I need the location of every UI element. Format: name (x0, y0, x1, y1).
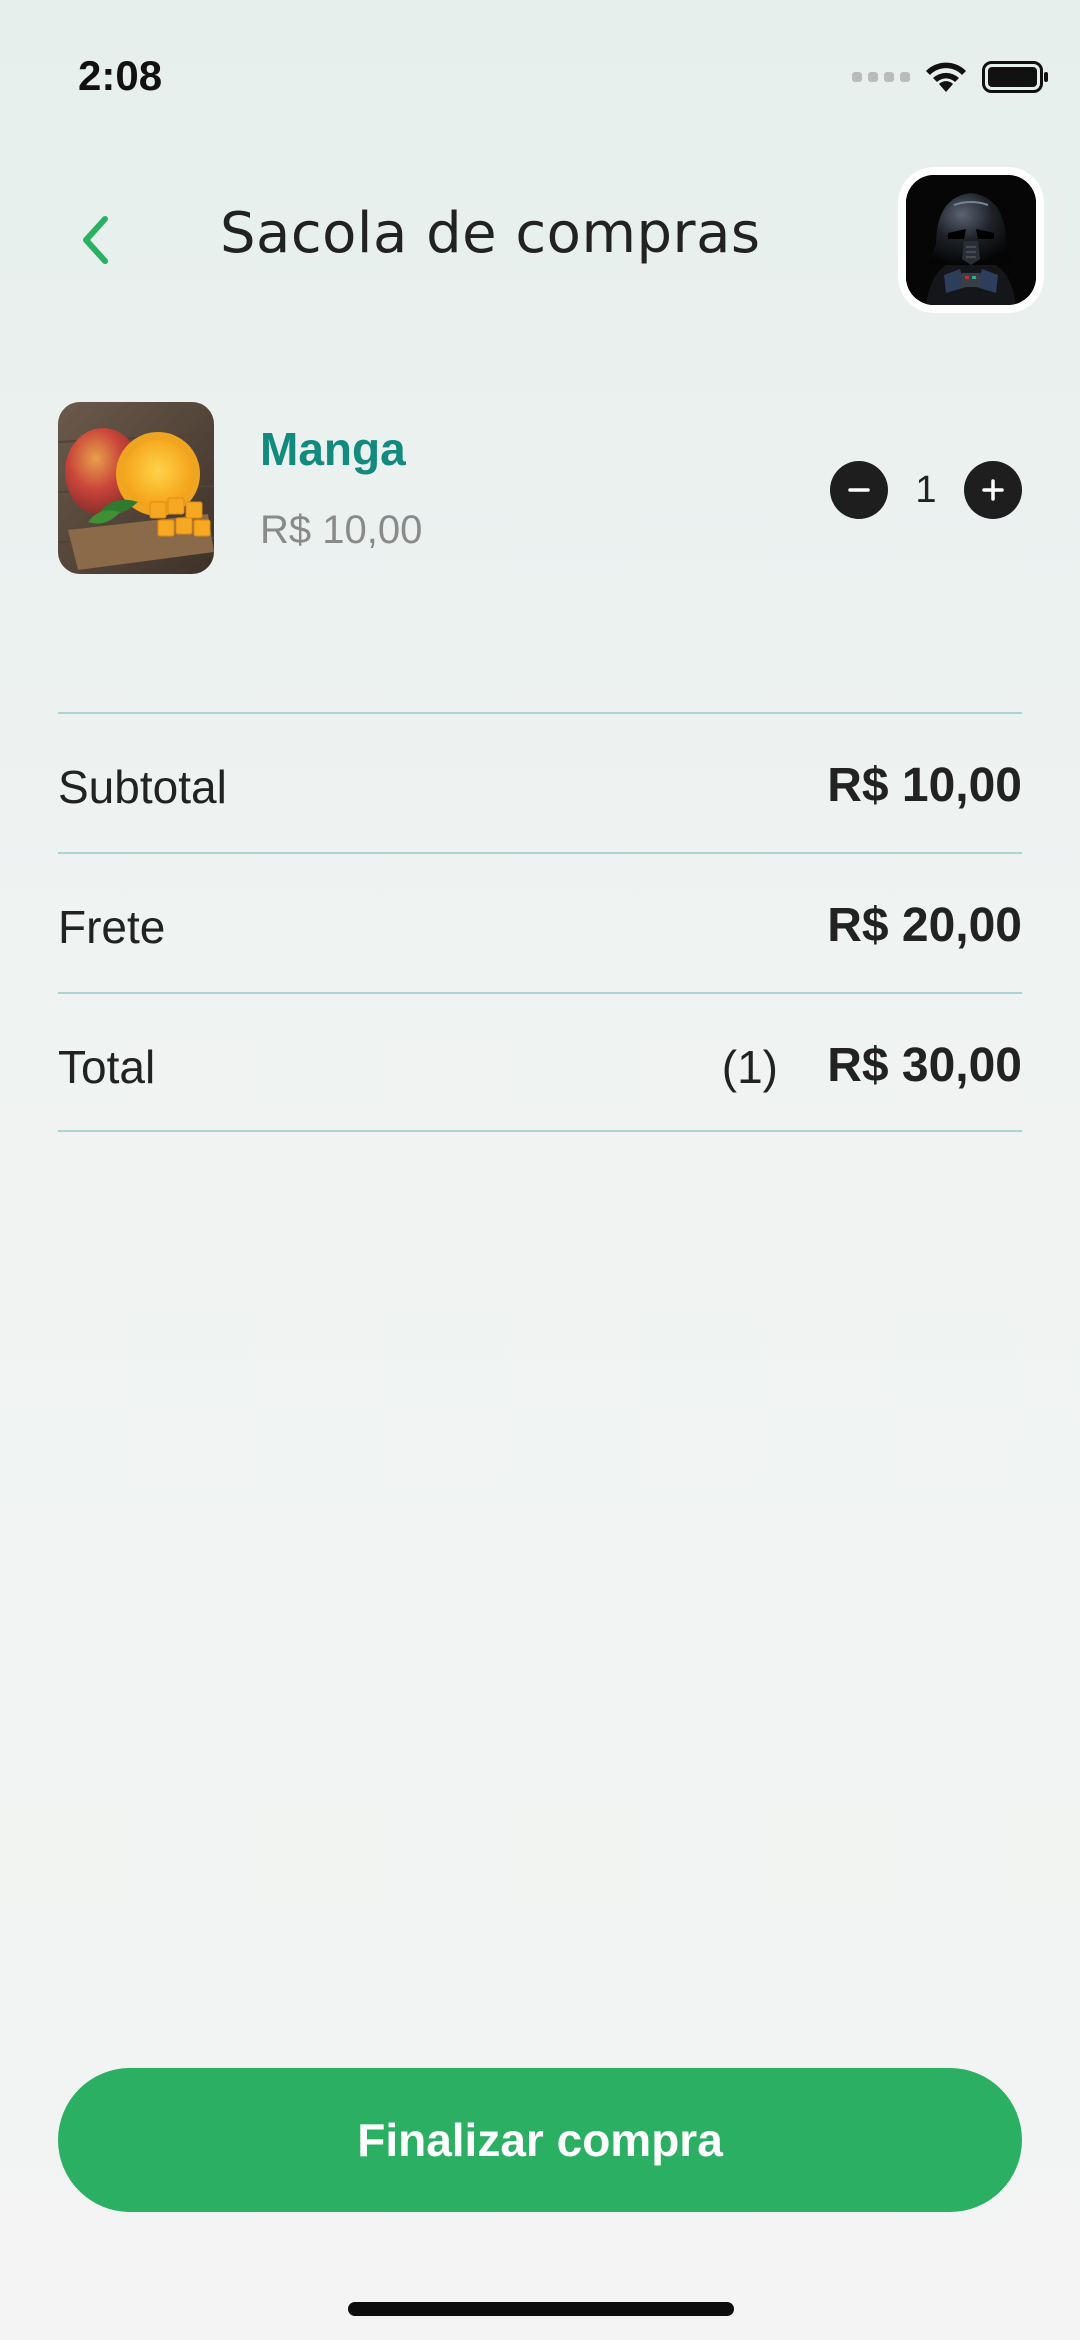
total-label: Total (58, 1041, 156, 1093)
shipping-label: Frete (58, 901, 166, 953)
product-name: Manga (260, 423, 406, 475)
mango-photo (58, 402, 214, 574)
subtotal-label: Subtotal (58, 761, 227, 813)
subtotal-row: Subtotal R$ 10,00 (58, 712, 1022, 852)
increase-quantity-button[interactable] (964, 461, 1022, 519)
darth-vader-avatar (906, 175, 1036, 305)
status-bar: 2:08 (0, 0, 1080, 150)
status-icons (852, 60, 1050, 94)
product-price: R$ 10,00 (260, 508, 423, 552)
header: Sacola de compras (0, 165, 1080, 315)
checkout-button[interactable]: Finalizar compra (58, 2068, 1022, 2212)
cart-item: Manga R$ 10,00 1 (58, 402, 1022, 574)
quantity-value: 1 (915, 468, 937, 511)
chevron-left-icon (83, 216, 108, 264)
minus-icon (848, 488, 870, 492)
total-row: Total (1) R$ 30,00 (58, 992, 1022, 1132)
decrease-quantity-button[interactable] (830, 461, 888, 519)
plus-icon (982, 479, 1004, 501)
product-image[interactable] (58, 402, 214, 574)
quantity-stepper: 1 (830, 461, 1022, 519)
total-item-count: (1) (721, 1041, 778, 1093)
signal-icon (852, 72, 910, 82)
battery-icon (982, 61, 1048, 93)
home-indicator[interactable] (348, 2302, 734, 2316)
page-title: Sacola de compras (220, 201, 761, 266)
total-value: R$ 30,00 (827, 1039, 1022, 1092)
back-button[interactable] (60, 205, 130, 275)
avatar[interactable] (898, 167, 1044, 313)
shipping-row: Frete R$ 20,00 (58, 852, 1022, 992)
status-time: 2:08 (78, 52, 163, 99)
order-summary: Subtotal R$ 10,00 Frete R$ 20,00 Total (… (58, 712, 1022, 1132)
wifi-icon (926, 62, 966, 92)
subtotal-value: R$ 10,00 (827, 759, 1022, 812)
shipping-value: R$ 20,00 (827, 899, 1022, 952)
